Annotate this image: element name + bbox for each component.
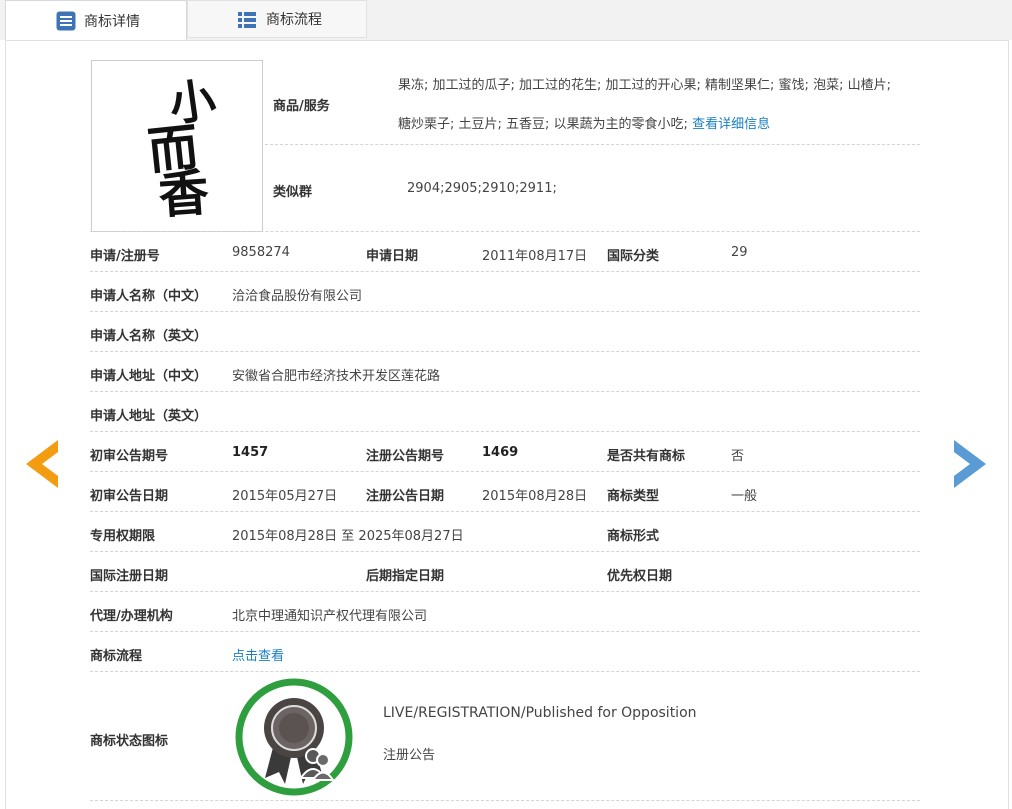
applicant-cn-value: 洽洽食品股份有限公司: [232, 289, 363, 304]
prelim-date-value: 2015年05月27日: [232, 489, 338, 504]
reg-pub-no-label: 注册公告期号: [366, 449, 445, 464]
reg-pub-no-value: 1469: [482, 445, 519, 460]
address-cn-value: 安徽省合肥市经济技术开发区莲花路: [232, 369, 441, 384]
shared-label: 是否共有商标: [607, 449, 686, 464]
apply-date-label: 申请日期: [366, 249, 419, 264]
tm-type-value: 一般: [731, 489, 758, 504]
prelim-no-value: 1457: [232, 445, 269, 460]
divider: [90, 231, 920, 232]
divider: [90, 551, 920, 552]
prelim-date-label: 初审公告日期: [90, 489, 169, 504]
arrow-right-icon: [954, 440, 986, 488]
shared-value: 否: [731, 449, 745, 464]
similar-group-value: 2904;2905;2910;2911;: [407, 181, 557, 196]
divider: [90, 800, 920, 801]
status-en-text: LIVE/REGISTRATION/Published for Oppositi…: [383, 705, 697, 721]
goods-label: 商品/服务: [273, 99, 330, 114]
prelim-no-label: 初审公告期号: [90, 449, 169, 464]
similar-group-label: 类似群: [273, 185, 313, 200]
apply-date-value: 2011年08月17日: [482, 249, 588, 264]
exclusive-period-value: 2015年08月28日 至 2025年08月27日: [232, 529, 464, 544]
divider: [265, 144, 920, 145]
later-date-label: 后期指定日期: [366, 569, 445, 584]
previous-arrow-button[interactable]: [24, 438, 60, 494]
grid-list-icon: [238, 11, 256, 33]
trademark-logo-image: 小 而 香: [145, 72, 219, 225]
next-arrow-button[interactable]: [952, 438, 988, 494]
divider: [90, 631, 920, 632]
intl-class-label: 国际分类: [607, 249, 660, 264]
divider: [90, 511, 920, 512]
divider: [90, 351, 920, 352]
agent-value: 北京中理通知识产权代理有限公司: [232, 609, 428, 624]
exclusive-period-label: 专用权期限: [90, 529, 156, 544]
divider: [90, 271, 920, 272]
tab-label: 商标详情: [84, 14, 140, 30]
intl-class-value: 29: [731, 245, 748, 260]
agent-label: 代理/办理机构: [90, 609, 173, 624]
reg-pub-date-label: 注册公告日期: [366, 489, 445, 504]
reg-no-label: 申请/注册号: [90, 249, 160, 264]
list-icon: [56, 11, 76, 35]
goods-line-2-text: 糖炒栗子; 土豆片; 五香豆; 以果蔬为主的零食小吃;: [398, 117, 688, 132]
status-cn-text: 注册公告: [383, 748, 436, 763]
intl-reg-date-label: 国际注册日期: [90, 569, 169, 584]
goods-line-1: 果冻; 加工过的瓜子; 加工过的花生; 加工过的开心果; 精制坚果仁; 蜜饯; …: [398, 78, 891, 93]
address-en-label: 申请人地址（英文）: [90, 409, 208, 424]
tab-bar: 商标详情 商标流程: [0, 0, 1012, 41]
reg-pub-date-value: 2015年08月28日: [482, 489, 588, 504]
address-cn-label: 申请人地址（中文）: [90, 369, 208, 384]
flow-view-link[interactable]: 点击查看: [232, 645, 284, 664]
divider: [90, 591, 920, 592]
tab-trademark-flow[interactable]: 商标流程: [187, 0, 367, 38]
goods-line-2: 糖炒栗子; 土豆片; 五香豆; 以果蔬为主的零食小吃; 查看详细信息: [398, 113, 770, 132]
reg-no-value: 9858274: [232, 245, 290, 260]
tab-label: 商标流程: [266, 12, 322, 28]
divider: [90, 671, 920, 672]
tm-type-label: 商标类型: [607, 489, 660, 504]
tab-trademark-detail[interactable]: 商标详情: [5, 0, 187, 41]
applicant-cn-label: 申请人名称（中文）: [90, 289, 208, 304]
applicant-en-label: 申请人名称（英文）: [90, 329, 208, 344]
flow-label: 商标流程: [90, 649, 143, 664]
arrow-left-icon: [26, 440, 58, 488]
status-icon-label: 商标状态图标: [90, 734, 169, 749]
divider: [90, 471, 920, 472]
divider: [90, 311, 920, 312]
priority-date-label: 优先权日期: [607, 569, 673, 584]
goods-detail-link[interactable]: 查看详细信息: [692, 117, 770, 132]
status-seal-icon: [235, 678, 353, 800]
divider: [90, 391, 920, 392]
trademark-logo: 小 而 香: [91, 60, 263, 232]
divider: [90, 431, 920, 432]
tm-form-label: 商标形式: [607, 529, 660, 544]
trademark-logo-char: 香: [157, 163, 211, 225]
